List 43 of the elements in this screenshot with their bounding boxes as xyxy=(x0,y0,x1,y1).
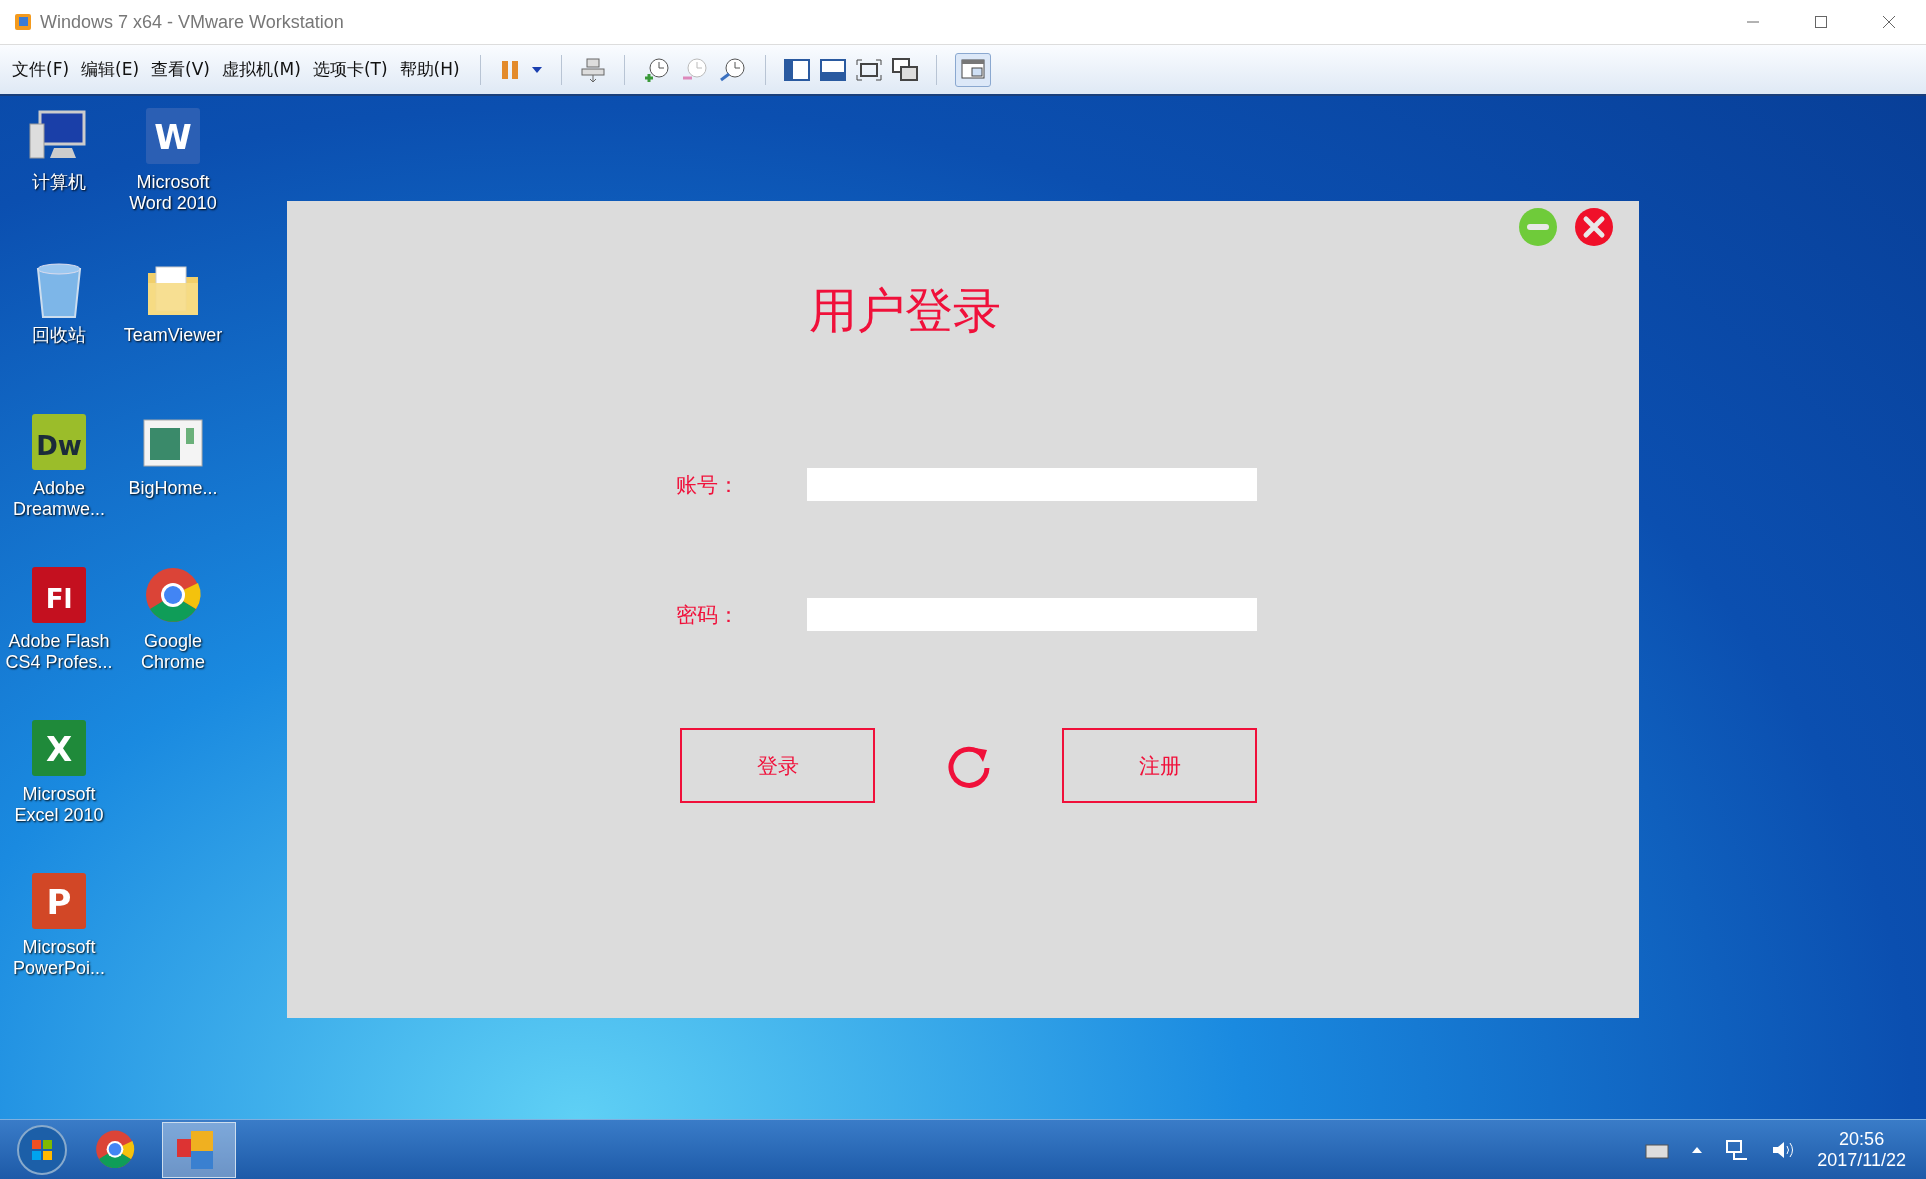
register-button[interactable]: 注册 xyxy=(1062,728,1257,803)
snapshot-add-icon[interactable] xyxy=(642,55,671,84)
input-field[interactable] xyxy=(807,598,1257,631)
desktop-icon-label[interactable]: Adobe Flash CS4 Profes... xyxy=(2,631,116,673)
unity-view-icon[interactable] xyxy=(891,57,918,82)
fullscreen-icon[interactable] xyxy=(855,58,882,81)
menu-item[interactable]: 查看(V) xyxy=(151,58,210,81)
login-title: 用户登录 xyxy=(808,281,1002,340)
desktop-icon-label[interactable]: Adobe Dreamwe... xyxy=(2,478,116,520)
menu-item[interactable]: 编辑(E) xyxy=(81,58,140,81)
maximize-icon[interactable] xyxy=(1814,15,1828,29)
desktop-icon-label[interactable]: BigHome... xyxy=(116,478,230,520)
dropdown-caret-icon[interactable] xyxy=(530,65,543,74)
menu-item[interactable]: 选项卡(T) xyxy=(312,58,388,81)
desktop-icon-label[interactable]: Microsoft PowerPoi... xyxy=(2,937,116,979)
sidebar-view-icon[interactable] xyxy=(783,58,810,81)
clock-time[interactable]: 20:56 xyxy=(1839,1128,1885,1150)
desktop-icon-label[interactable]: Microsoft Word 2010 xyxy=(116,172,230,214)
clock-date[interactable]: 2017/11/22 xyxy=(1817,1149,1906,1171)
caret-icon[interactable] xyxy=(1691,1145,1704,1154)
menu-item[interactable]: 帮助(H) xyxy=(399,58,460,81)
field-label: 密码： xyxy=(676,601,740,629)
close-icon[interactable] xyxy=(1574,207,1614,247)
desktop-icon-label[interactable]: Google Chrome xyxy=(116,631,230,673)
close-icon[interactable] xyxy=(1882,15,1896,29)
field-label: 账号： xyxy=(676,471,740,499)
desktop-icon-label[interactable]: TeamViewer xyxy=(116,325,230,367)
start-button-icon[interactable] xyxy=(16,1123,68,1176)
window-title: Windows 7 x64 - VMware Workstation xyxy=(40,11,344,33)
console-view-icon[interactable] xyxy=(819,58,846,81)
desktop-icon-label[interactable]: 计算机 xyxy=(2,172,116,214)
network-icon[interactable] xyxy=(579,56,606,83)
network-icon[interactable] xyxy=(1725,1138,1750,1161)
menu-item[interactable]: 文件(F) xyxy=(12,58,70,81)
input-field[interactable] xyxy=(807,468,1257,501)
desktop-icon-label[interactable]: 回收站 xyxy=(2,325,116,367)
thumbnail-view-icon[interactable] xyxy=(954,52,991,87)
login-button[interactable]: 登录 xyxy=(680,728,875,803)
desktop-icon-label[interactable]: Microsoft Excel 2010 xyxy=(2,784,116,826)
vmware-logo-icon xyxy=(14,13,32,31)
menu-item[interactable]: 虚拟机(M) xyxy=(221,58,301,81)
app-window-icon[interactable] xyxy=(162,1121,236,1178)
snapshot-manager-icon[interactable] xyxy=(718,55,747,84)
